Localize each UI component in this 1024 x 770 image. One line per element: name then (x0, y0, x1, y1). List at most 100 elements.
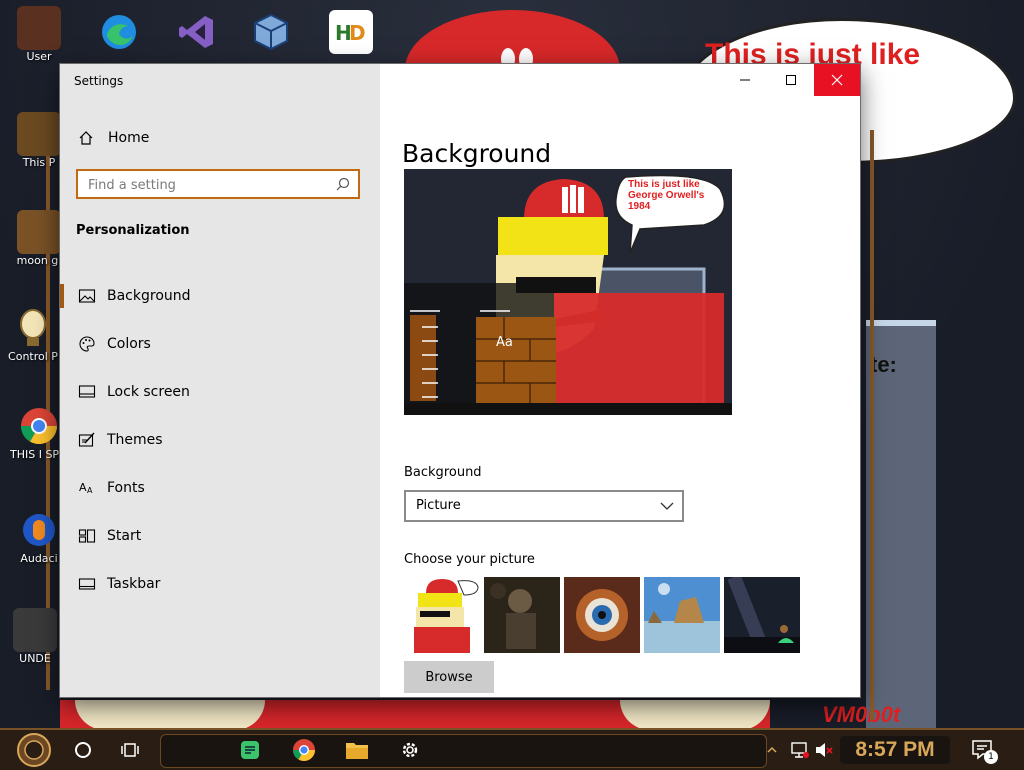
taskbar-settings[interactable] (396, 736, 424, 764)
picture-thumbnails (404, 577, 800, 653)
note-app-icon (241, 741, 259, 759)
edge-icon (97, 10, 141, 54)
lock-screen-icon (78, 385, 96, 398)
volume-muted-icon (816, 743, 833, 757)
nav-item-themes[interactable]: Themes (60, 416, 380, 464)
fonts-icon: AA (79, 481, 93, 495)
action-center-button[interactable]: 1 (968, 736, 998, 764)
nav-item-label: Themes (107, 432, 163, 448)
desktop-icon-label: Control P (8, 350, 58, 363)
visual-studio-icon (175, 10, 219, 54)
svg-text:D: D (349, 21, 366, 45)
chrome-icon (293, 739, 315, 761)
minimize-button[interactable] (722, 64, 768, 96)
wallpaper-panel-text: te: (870, 352, 897, 377)
desktop-icon-label: User (26, 50, 52, 63)
section-title: Personalization (76, 223, 190, 238)
nav-home-label: Home (108, 130, 150, 146)
desktop-icon-user[interactable]: User (10, 6, 68, 64)
steampunk-start-icon (17, 733, 51, 767)
desktop-icon-visual-studio[interactable] (168, 10, 226, 54)
nav-item-label: Start (107, 528, 142, 544)
moon-icon (17, 210, 61, 254)
start-icon (78, 529, 96, 543)
chevron-up-icon (767, 746, 777, 753)
svg-text:A: A (79, 481, 87, 494)
task-view-button[interactable] (116, 736, 144, 764)
show-hidden-icons-button[interactable] (764, 736, 780, 764)
cortana-circle-icon (75, 742, 91, 758)
close-icon (831, 74, 843, 86)
svg-text:A: A (87, 486, 93, 495)
settings-content: Background This is just like George Orwe… (380, 64, 860, 697)
search-input[interactable] (86, 174, 330, 196)
minimize-icon (740, 79, 750, 81)
search-box (76, 169, 360, 199)
nav-item-lock-screen[interactable]: Lock screen (60, 368, 380, 416)
browse-button[interactable]: Browse (404, 661, 494, 693)
nav-item-start[interactable]: Start (60, 512, 380, 560)
taskbar: 8:57 PM 1 (0, 728, 1024, 770)
start-button[interactable] (14, 732, 54, 768)
background-type-label: Background (404, 465, 482, 480)
close-button[interactable] (814, 64, 860, 96)
hxd-icon: HD (329, 10, 373, 54)
thumbnail-cartoon-guy[interactable] (404, 577, 480, 653)
wallpaper-panel (866, 320, 936, 736)
audacity-icon (17, 508, 61, 552)
taskbar-file-explorer[interactable] (343, 736, 371, 764)
steampunk-pipe (870, 130, 874, 720)
nav-list: Background Colors Lock screen Themes AA … (60, 272, 380, 608)
nav-item-label: Lock screen (107, 384, 190, 400)
background-preview: This is just like George Orwell's 1984 A… (404, 169, 732, 415)
thumbnail-mechanical-eye[interactable] (564, 577, 640, 653)
volume-button[interactable] (810, 736, 838, 764)
control-panel-icon (11, 306, 55, 350)
desktop-icon-label: UNDE (19, 652, 51, 665)
gear-icon (402, 742, 418, 758)
preview-sample-text: Aa (496, 335, 513, 350)
taskbar-note-app[interactable] (236, 736, 264, 764)
nav-item-label: Taskbar (107, 576, 161, 592)
background-type-value: Picture (416, 498, 461, 513)
settings-sidebar: Home Personalization Background Colors L… (60, 64, 380, 697)
wallpaper-bottom (60, 700, 770, 730)
desktop-icon-edge[interactable] (90, 10, 148, 54)
page-title: Background (402, 138, 552, 168)
settings-window: Home Personalization Background Colors L… (60, 64, 860, 697)
taskbar-clock[interactable]: 8:57 PM (840, 736, 950, 764)
nav-item-label: Background (107, 288, 191, 304)
window-title: Settings (74, 74, 124, 88)
maximize-button[interactable] (768, 64, 814, 96)
desktop-icon-control-panel[interactable]: Control P (4, 306, 62, 364)
nav-item-label: Colors (107, 336, 151, 352)
nav-item-fonts[interactable]: AA Fonts (60, 464, 380, 512)
this-pc-icon (17, 112, 61, 156)
virtualbox-icon (249, 10, 293, 54)
user-folder-icon (17, 6, 61, 50)
undertale-icon (13, 608, 57, 652)
chrome-icon (17, 404, 61, 448)
nav-item-label: Fonts (107, 480, 145, 496)
nav-home[interactable]: Home (78, 128, 149, 148)
chevron-down-icon (660, 502, 674, 510)
nav-item-colors[interactable]: Colors (60, 320, 380, 368)
search-icon[interactable] (336, 177, 350, 191)
maximize-icon (786, 75, 796, 85)
nav-item-taskbar[interactable]: Taskbar (60, 560, 380, 608)
background-type-dropdown[interactable]: Picture (404, 490, 684, 522)
title-bar: Settings (60, 64, 860, 98)
nav-item-background[interactable]: Background (60, 272, 380, 320)
desktop-icon-hxd[interactable]: HD (322, 10, 380, 54)
search-button[interactable] (69, 736, 97, 764)
themes-icon (78, 432, 95, 447)
desktop-icon-virtualbox[interactable] (242, 10, 300, 54)
thumbnail-steampunk-figure[interactable] (484, 577, 560, 653)
network-icon (791, 742, 809, 758)
taskbar-chrome[interactable] (290, 736, 318, 764)
picture-icon (78, 289, 96, 303)
thumbnail-beach-rocks[interactable] (644, 577, 720, 653)
thumbnail-night-sky[interactable] (724, 577, 800, 653)
notification-badge: 1 (984, 750, 998, 764)
desktop-icon-undertale[interactable]: UNDE (6, 608, 64, 666)
